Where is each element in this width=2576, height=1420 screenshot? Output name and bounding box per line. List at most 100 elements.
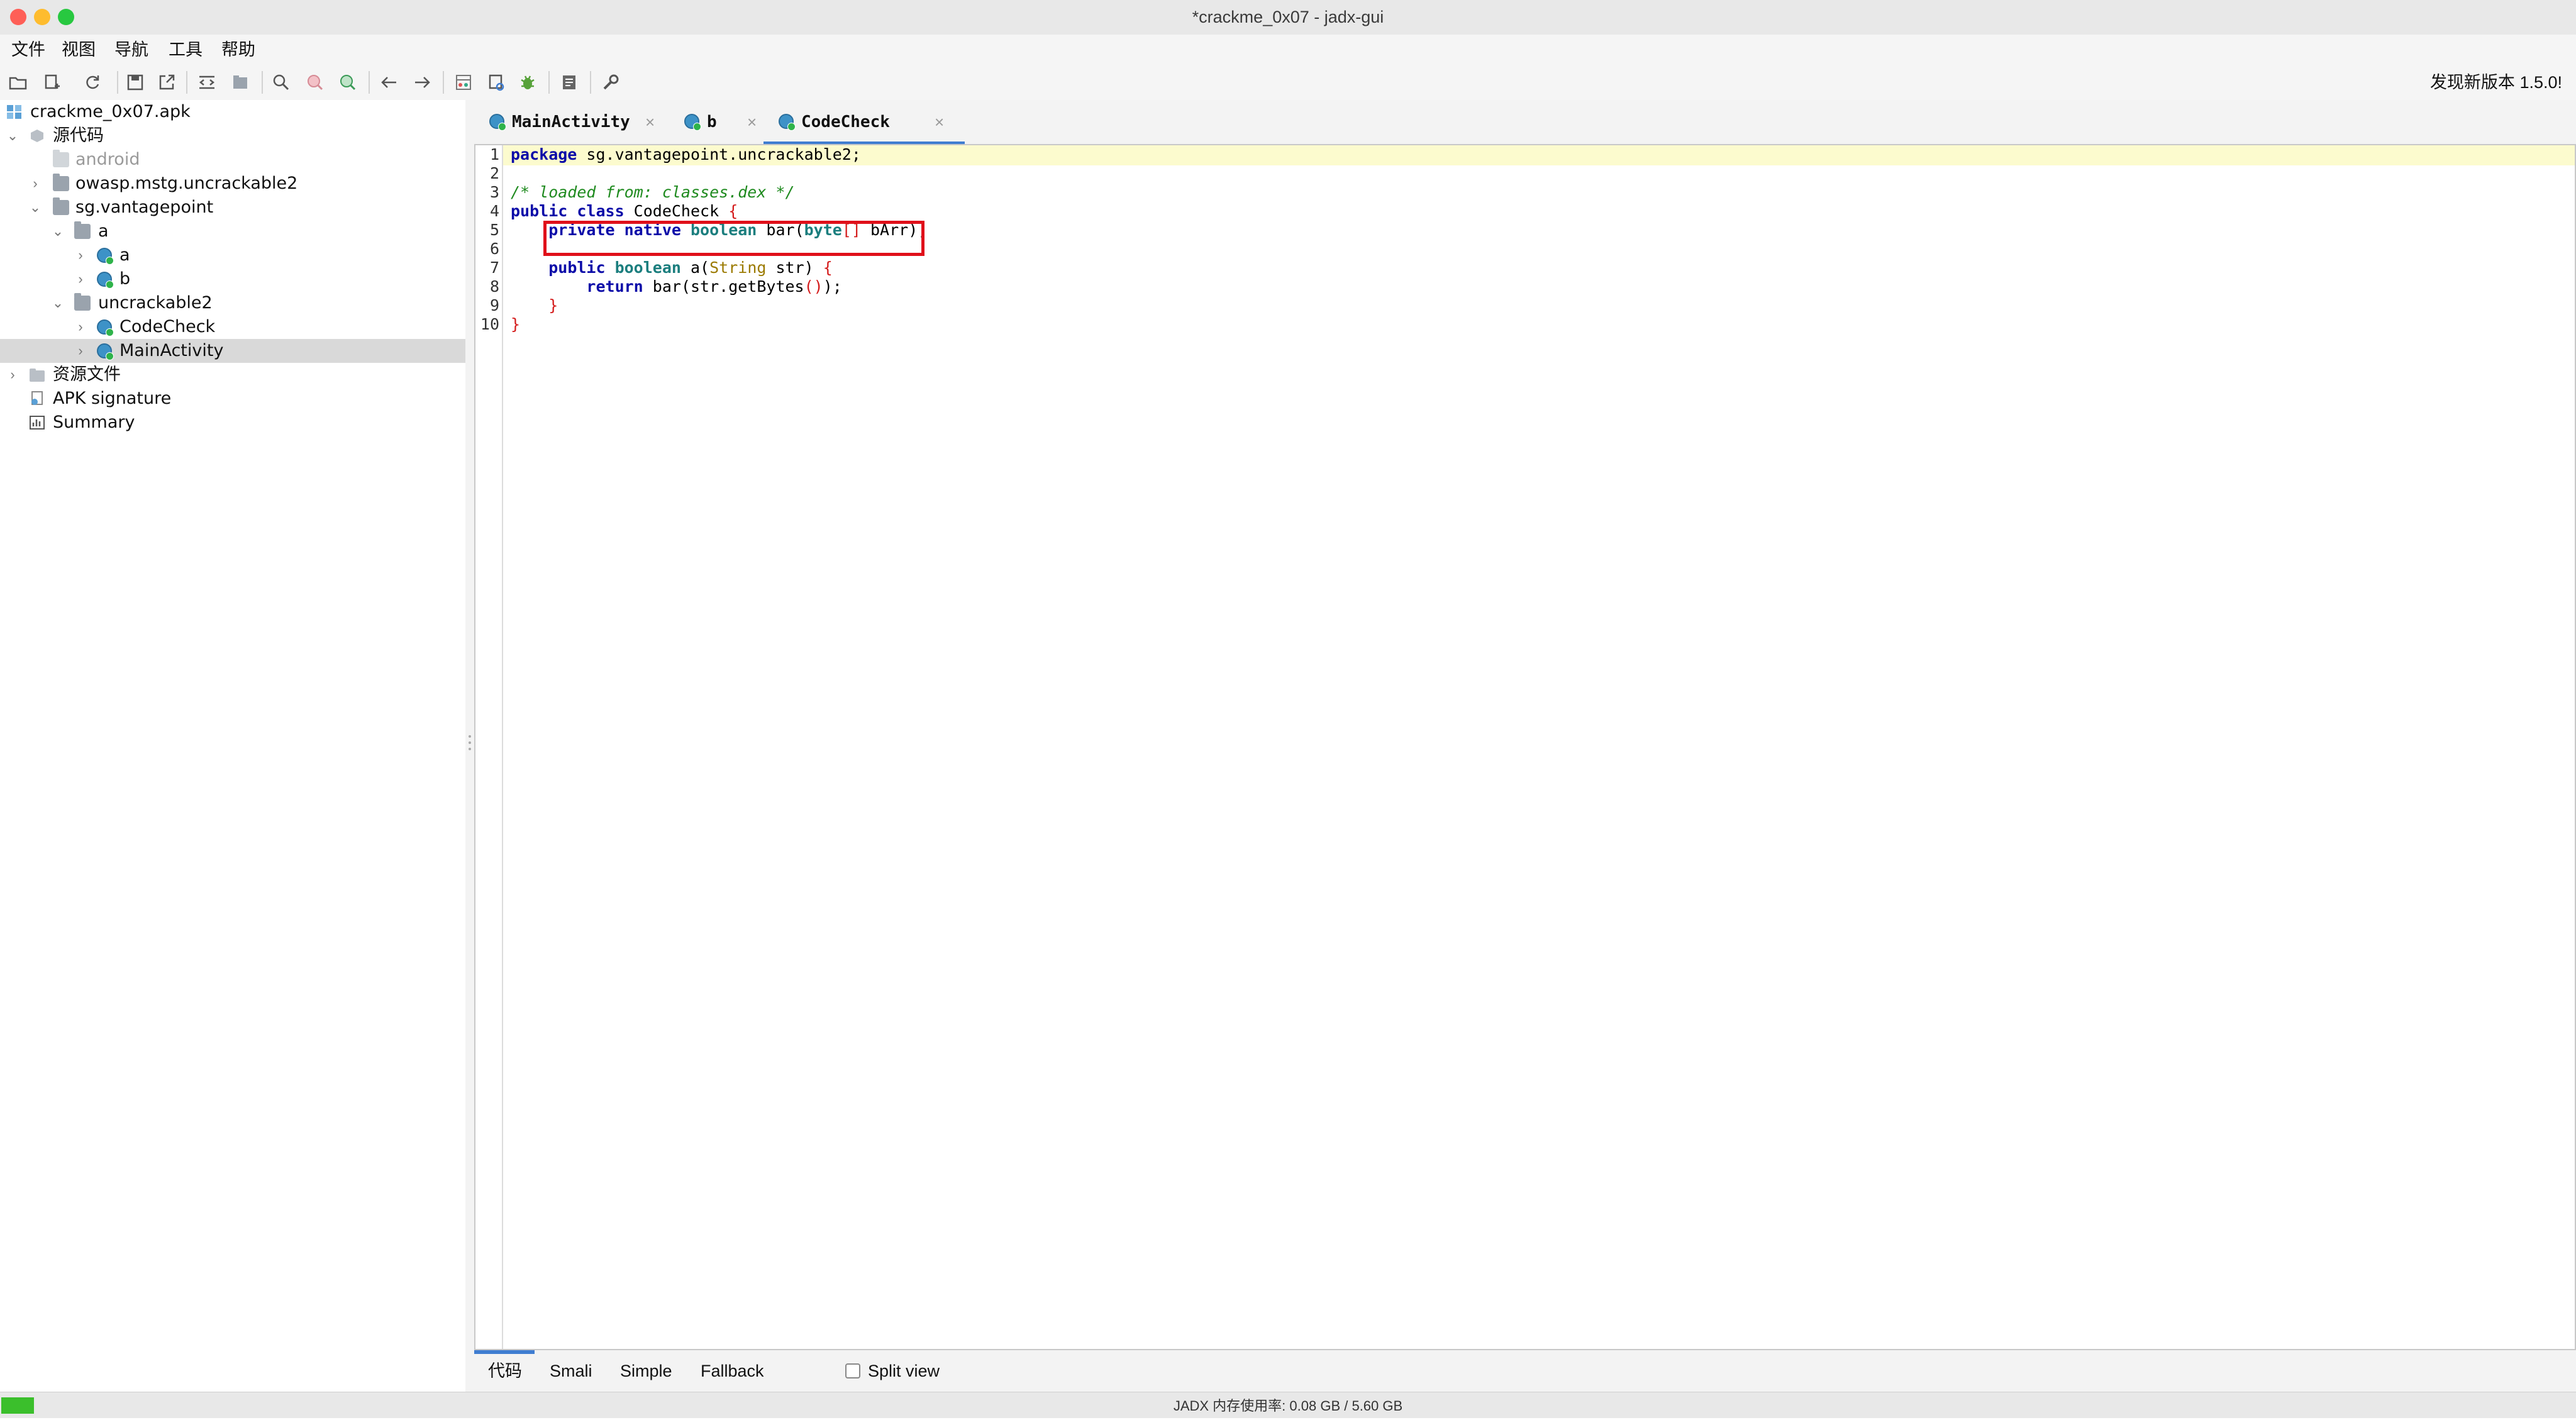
code-editor[interactable]: 1 2 3 4 5 6 7 8 9 10 package sg.vantagep…: [474, 144, 2576, 1350]
tree-item-class-b[interactable]: › b: [0, 267, 465, 291]
close-tab-icon[interactable]: ×: [747, 100, 757, 144]
sync-icon[interactable]: [195, 70, 219, 94]
find-usage-icon[interactable]: [303, 70, 327, 94]
tree-item-package-a[interactable]: ⌄ a: [0, 219, 465, 243]
open-file-icon[interactable]: [6, 70, 30, 94]
back-arrow-icon[interactable]: [377, 70, 401, 94]
tree-item-label: owasp.mstg.uncrackable2: [75, 174, 298, 193]
debug-icon[interactable]: [516, 70, 540, 94]
tree-item-codecheck[interactable]: › CodeCheck: [0, 315, 465, 339]
chevron-right-icon[interactable]: ›: [73, 339, 88, 363]
menu-help[interactable]: 帮助: [221, 35, 255, 65]
pane-splitter[interactable]: [465, 100, 474, 1392]
chevron-right-icon[interactable]: ›: [73, 267, 88, 291]
quark-icon[interactable]: [484, 70, 508, 94]
folder-icon: [53, 150, 69, 167]
flatten-packages-icon[interactable]: [229, 70, 253, 94]
deobfuscation-icon[interactable]: [452, 70, 475, 94]
split-view-checkbox[interactable]: [845, 1363, 860, 1378]
tree-item-label: Summary: [53, 413, 135, 432]
chevron-down-icon[interactable]: ⌄: [28, 196, 43, 219]
tree-item-label: CodeCheck: [119, 317, 216, 336]
tab-mainactivity[interactable]: MainActivity ×: [487, 100, 675, 144]
class-icon: [97, 248, 114, 265]
line-number: 8: [489, 277, 499, 296]
line-number: 3: [489, 183, 499, 201]
certificate-icon: [29, 391, 45, 406]
add-files-icon[interactable]: [40, 70, 64, 94]
summary-chart-icon: [29, 415, 45, 430]
split-view-label[interactable]: Split view: [868, 1350, 940, 1392]
menu-tools[interactable]: 工具: [169, 35, 203, 65]
window-title: *crackme_0x07 - jadx-gui: [1192, 8, 1384, 26]
project-tree: crackme_0x07.apk ⌄ 源代码 android › owasp.m…: [0, 100, 467, 1392]
update-notice[interactable]: 发现新版本 1.5.0!: [2430, 65, 2562, 100]
find-class-icon[interactable]: [336, 70, 360, 94]
tab-simple[interactable]: Simple: [620, 1350, 672, 1392]
status-bar: JADX 内存使用率: 0.08 GB / 5.60 GB: [0, 1392, 2576, 1418]
tree-item-source-code[interactable]: ⌄ 源代码: [0, 124, 465, 148]
export-icon[interactable]: [155, 70, 179, 94]
menu-view[interactable]: 视图: [62, 35, 96, 65]
code-line-10: }: [511, 315, 521, 333]
forward-arrow-icon[interactable]: [410, 70, 434, 94]
tree-item-label: MainActivity: [119, 341, 224, 360]
line-number-gutter: 1 2 3 4 5 6 7 8 9 10: [475, 145, 503, 1349]
resources-folder-icon: [29, 367, 45, 382]
search-icon[interactable]: [269, 70, 293, 94]
class-icon: [97, 272, 114, 289]
folder-icon: [53, 197, 69, 215]
code-line-4: public class CodeCheck {: [511, 202, 738, 220]
chevron-right-icon[interactable]: ›: [73, 243, 88, 267]
tree-item-owasp[interactable]: › owasp.mstg.uncrackable2: [0, 172, 465, 196]
tree-item-apk-signature[interactable]: APK signature: [0, 387, 465, 411]
apk-icon: [6, 104, 23, 119]
tree-item-apk[interactable]: crackme_0x07.apk: [0, 100, 465, 124]
tree-item-android[interactable]: android: [0, 148, 465, 172]
code-line-8: return bar(str.getBytes());: [586, 277, 842, 296]
tree-item-uncrackable2[interactable]: ⌄ uncrackable2: [0, 291, 465, 315]
menu-bar: 文件 视图 导航 工具 帮助: [0, 35, 2576, 65]
tree-item-label: b: [119, 269, 131, 289]
tree-item-resources[interactable]: › 资源文件: [0, 363, 465, 387]
tree-item-summary[interactable]: Summary: [0, 411, 465, 435]
chevron-down-icon[interactable]: ⌄: [50, 291, 65, 315]
tree-item-sg-vantagepoint[interactable]: ⌄ sg.vantagepoint: [0, 196, 465, 219]
log-viewer-icon[interactable]: [557, 70, 581, 94]
title-bar: *crackme_0x07 - jadx-gui: [0, 0, 2576, 35]
save-all-icon[interactable]: [123, 70, 147, 94]
tab-fallback[interactable]: Fallback: [701, 1350, 764, 1392]
menu-file[interactable]: 文件: [11, 35, 45, 65]
tree-item-label: APK signature: [53, 389, 172, 408]
chevron-down-icon[interactable]: ⌄: [5, 124, 20, 148]
preferences-icon[interactable]: [599, 70, 623, 94]
tab-codecheck[interactable]: CodeCheck ×: [763, 100, 965, 145]
chevron-right-icon[interactable]: ›: [73, 315, 88, 339]
chevron-right-icon[interactable]: ›: [28, 172, 43, 196]
chevron-right-icon[interactable]: ›: [5, 363, 20, 387]
tab-code[interactable]: 代码: [488, 1350, 522, 1392]
menu-navigation[interactable]: 导航: [114, 35, 148, 65]
tree-item-label: 源代码: [53, 126, 104, 145]
code-line-9: }: [548, 296, 558, 314]
line-number: 1: [489, 145, 499, 164]
tab-label: b: [707, 113, 717, 131]
tab-smali[interactable]: Smali: [550, 1350, 592, 1392]
tree-item-mainactivity[interactable]: › MainActivity: [0, 339, 465, 363]
tree-item-label: sg.vantagepoint: [75, 197, 214, 217]
toolbar: 发现新版本 1.5.0!: [0, 65, 2576, 101]
close-tab-icon[interactable]: ×: [935, 100, 944, 144]
line-number: 9: [489, 296, 499, 314]
chevron-down-icon[interactable]: ⌄: [50, 219, 65, 243]
code-line-3: /* loaded from: classes.dex */: [511, 183, 795, 201]
tree-item-label: android: [75, 150, 140, 169]
tree-item-label: uncrackable2: [98, 293, 213, 313]
memory-usage-text: JADX 内存使用率: 0.08 GB / 5.60 GB: [1173, 1398, 1403, 1414]
line-number: 7: [489, 258, 499, 277]
tab-b[interactable]: b ×: [682, 100, 776, 144]
tab-label: MainActivity: [512, 113, 630, 131]
tree-item-class-a[interactable]: › a: [0, 243, 465, 267]
close-tab-icon[interactable]: ×: [645, 100, 655, 144]
reload-icon[interactable]: [80, 70, 104, 94]
tree-item-label: crackme_0x07.apk: [30, 102, 191, 121]
